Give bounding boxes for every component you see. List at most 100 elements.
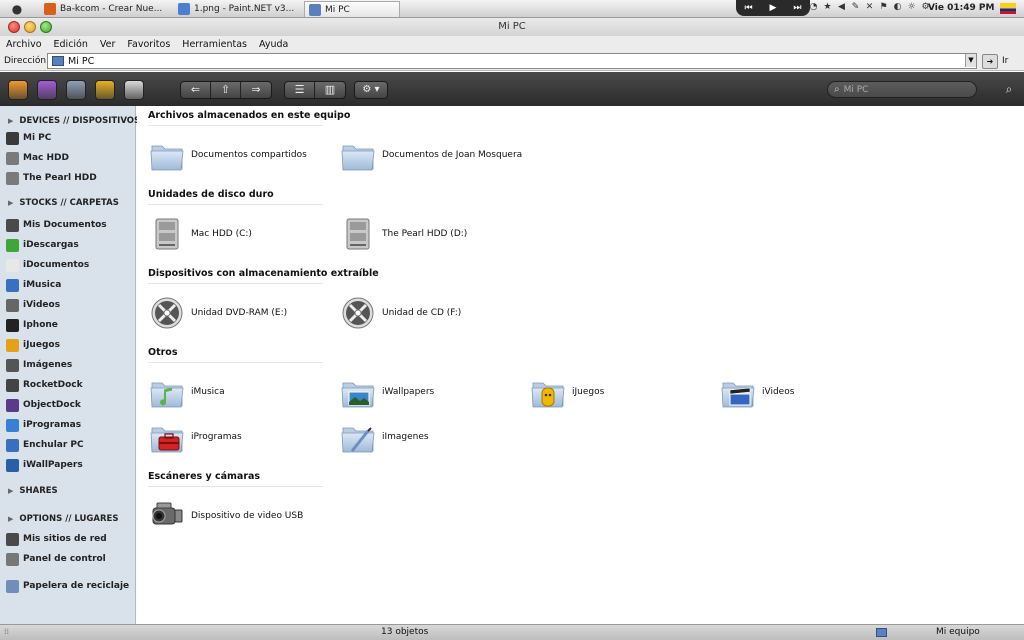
sidebar-item-label: ObjectDock <box>23 400 81 410</box>
disclosure-triangle-icon[interactable]: ▶ <box>8 199 13 207</box>
apple-icon[interactable]: ● <box>10 2 24 16</box>
menu-herramientas[interactable]: Herramientas <box>182 39 247 50</box>
item-imusica[interactable]: iMusica <box>149 374 339 410</box>
search-input[interactable]: ⌕ Mi PC <box>827 81 977 98</box>
sidebar-item-imusica[interactable]: iMusica <box>6 277 134 293</box>
disclosure-triangle-icon[interactable]: ▶ <box>8 487 13 495</box>
item-documentos-de-joan-mosquera[interactable]: Documentos de Joan Mosquera <box>340 137 530 173</box>
up-button[interactable]: ⇧ <box>211 82 241 98</box>
dock-icon <box>6 378 19 392</box>
menu-ver[interactable]: Ver <box>100 39 116 50</box>
list-view-button[interactable]: ☰ <box>285 82 315 98</box>
taskbar-tab[interactable]: 1.png - Paint.NET v3.... <box>174 1 294 17</box>
item-label: Documentos compartidos <box>191 150 307 160</box>
item-dispositivo-de-video-usb[interactable]: Dispositivo de video USB <box>149 498 339 534</box>
navigation-group: ⇐ ⇧ ⇒ <box>180 81 272 99</box>
sidebar-section-header[interactable]: ▶ DEVICES // DISPOSITIVOS <box>8 116 140 126</box>
taskbar-tab-label: Mi PC <box>325 4 350 15</box>
item-the-pearl-hdd-d[interactable]: The Pearl HDD (D:) <box>340 216 530 252</box>
sidebar-item-rocketdock[interactable]: RocketDock <box>6 377 134 393</box>
item-label: iMusica <box>191 387 225 397</box>
wifi-icon[interactable]: ◔ <box>808 2 819 13</box>
sidebar-item-papelera-de-reciclaje[interactable]: Papelera de reciclaje <box>6 578 134 594</box>
taskbar: ● Ba-kcom - Crear Nue... 1.png - Paint.NE… <box>0 0 1024 18</box>
taskbar-tab[interactable]: Mi PC <box>304 1 400 17</box>
item-label: iJuegos <box>572 387 605 397</box>
sidebar-item-idocumentos[interactable]: iDocumentos <box>6 257 134 273</box>
disclosure-triangle-icon[interactable]: ▶ <box>8 515 13 523</box>
item-ijuegos[interactable]: iJuegos <box>530 374 720 410</box>
sidebar-item-mis-sitios-de-red[interactable]: Mis sitios de red <box>6 531 134 547</box>
item-unidad-de-cd-f[interactable]: Unidad de CD (F:) <box>340 295 530 331</box>
sidebar-item-mac-hdd[interactable]: Mac HDD <box>6 150 134 166</box>
sidebar-item-mis-documentos[interactable]: Mis Documentos <box>6 217 134 233</box>
item-unidad-dvd-ram-e[interactable]: Unidad DVD-RAM (E:) <box>149 295 339 331</box>
menu-ayuda[interactable]: Ayuda <box>259 39 288 50</box>
sidebar-item-idescargas[interactable]: iDescargas <box>6 237 134 253</box>
sidebar-item-ivideos[interactable]: iVideos <box>6 297 134 313</box>
computer-icon <box>6 131 19 145</box>
item-label: Unidad DVD-RAM (E:) <box>191 308 288 318</box>
finder-app-icon[interactable] <box>124 80 144 100</box>
flag-icon[interactable]: ⚑ <box>878 2 889 13</box>
sidebar-section-header[interactable]: ▶ OPTIONS // LUGARES <box>8 514 118 524</box>
menu-archivo[interactable]: Archivo <box>6 39 42 50</box>
sidebar-item-iphone[interactable]: Iphone <box>6 317 134 333</box>
item-mac-hdd-c[interactable]: Mac HDD (C:) <box>149 216 339 252</box>
item-iimagenes[interactable]: iImagenes <box>340 419 530 455</box>
action-gear-button[interactable]: ⚙ ▾ <box>355 82 387 98</box>
item-iprogramas[interactable]: iProgramas <box>149 419 339 455</box>
taskbar-tab[interactable]: Ba-kcom - Crear Nue... <box>40 1 170 17</box>
sidebar-section-header[interactable]: ▶ STOCKS // CARPETAS <box>8 198 119 208</box>
toolbar: ⇐ ⇧ ⇒ ☰ ▥ ⚙ ▾ ⌕ Mi PC ⌕ <box>0 72 1024 106</box>
apps-folder-icon <box>149 419 185 455</box>
sidebar-item-imagenes[interactable]: Imágenes <box>6 357 134 373</box>
sidebar-item-ijuegos[interactable]: iJuegos <box>6 337 134 353</box>
sidebar-item-mi-pc[interactable]: Mi PC <box>6 130 134 146</box>
address-input[interactable]: Mi PC <box>47 53 977 69</box>
forward-button[interactable]: ⇒ <box>241 82 271 98</box>
sidebar-item-objectdock[interactable]: ObjectDock <box>6 397 134 413</box>
computer-icon <box>52 56 64 66</box>
item-ivideos[interactable]: iVideos <box>720 374 910 410</box>
bluetooth-icon[interactable]: ◐ <box>892 2 903 13</box>
system-prefs-icon[interactable] <box>66 80 86 100</box>
previous-track-icon[interactable]: ⏮ <box>744 3 752 13</box>
sidebar-item-enchular-pc[interactable]: Enchular PC <box>6 437 134 453</box>
favorite-icon[interactable]: ★ <box>822 2 833 13</box>
sidebar-item-iprogramas[interactable]: iProgramas <box>6 417 134 433</box>
menu-favoritos[interactable]: Favoritos <box>127 39 170 50</box>
disclosure-triangle-icon[interactable]: ▶ <box>8 117 13 125</box>
film-icon <box>6 298 19 312</box>
back-button[interactable]: ⇐ <box>181 82 211 98</box>
sidebar-item-iwallpapers[interactable]: iWallPapers <box>6 457 134 473</box>
brightness-icon[interactable]: ☼ <box>906 2 917 13</box>
item-iwallpapers[interactable]: iWallpapers <box>340 374 530 410</box>
app-store-icon <box>6 418 19 432</box>
calendar-app-icon[interactable] <box>37 80 57 100</box>
next-track-icon[interactable]: ⏭ <box>793 3 801 13</box>
item-label: iVideos <box>762 387 795 397</box>
sunflower-app-icon[interactable] <box>95 80 115 100</box>
sidebar-item-the-pearl-hdd[interactable]: The Pearl HDD <box>6 170 134 186</box>
language-flag-icon[interactable] <box>1000 3 1016 14</box>
section-heading: Archivos almacenados en este equipo <box>148 110 350 126</box>
taskbar-tab-label: 1.png - Paint.NET v3.... <box>194 4 294 14</box>
sidebar-section-header[interactable]: ▶ SHARES <box>8 486 58 496</box>
search-icon[interactable]: ⌕ <box>1000 81 1018 98</box>
section-heading: Otros <box>148 347 323 363</box>
item-documentos-compartidos[interactable]: Documentos compartidos <box>149 137 339 173</box>
address-dropdown-button[interactable]: ▼ <box>965 54 976 67</box>
go-label[interactable]: Ir <box>1002 56 1008 66</box>
photo-app-icon[interactable] <box>8 80 28 100</box>
system-tray: ◔ ★ ◀ ✎ ✕ ⚑ ◐ ☼ ⚙ <box>808 2 931 13</box>
column-view-button[interactable]: ▥ <box>315 82 345 98</box>
window-title: Mi PC <box>498 21 526 32</box>
edit-icon[interactable]: ✎ <box>850 2 861 13</box>
go-arrow-icon[interactable]: ➔ <box>982 54 998 69</box>
sidebar-item-panel-de-control[interactable]: Panel de control <box>6 551 134 567</box>
play-icon[interactable]: ▶ <box>770 3 777 13</box>
volume-icon[interactable]: ◀ <box>836 2 847 13</box>
antivirus-icon[interactable]: ✕ <box>864 2 875 13</box>
menu-edicion[interactable]: Edición <box>54 39 88 50</box>
